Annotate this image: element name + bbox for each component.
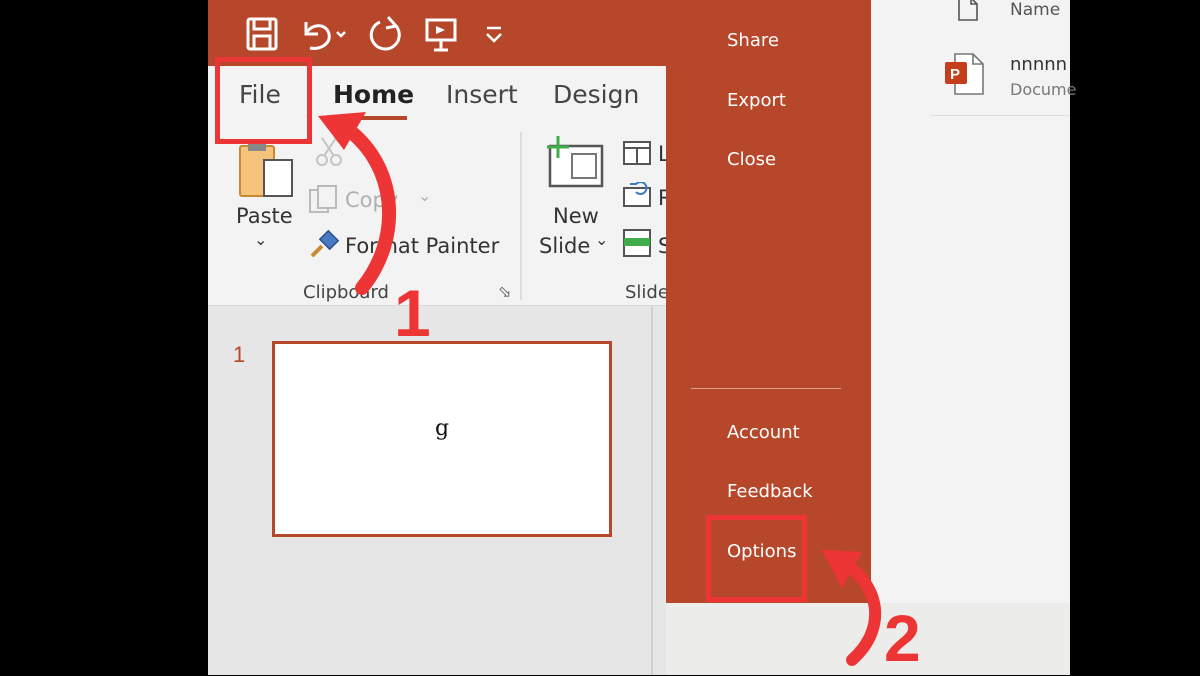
presentation-icon[interactable]: [421, 14, 461, 54]
copy-dropdown-icon: ⌄: [418, 186, 432, 205]
paste-dropdown-icon[interactable]: ⌄: [254, 230, 267, 249]
screenshot-stage: File Home Insert Design Paste ⌄ Copy ⌄ F…: [0, 0, 1200, 675]
powerpoint-file-icon[interactable]: P: [943, 52, 985, 96]
undo-icon[interactable]: [296, 14, 348, 54]
menu-item-share[interactable]: Share: [727, 30, 779, 51]
copy-label: Copy: [345, 188, 399, 212]
recent-file-type: Docume: [1010, 80, 1077, 99]
menu-item-account[interactable]: Account: [727, 422, 800, 443]
new-slide-icon[interactable]: [544, 136, 606, 188]
paste-icon[interactable]: [236, 142, 296, 200]
new-slide-label-2[interactable]: Slide: [539, 234, 590, 258]
layout-label[interactable]: L: [658, 142, 666, 166]
format-painter-label[interactable]: Format Painter: [345, 234, 499, 258]
slide-thumbnail-pane: 1 g: [208, 306, 666, 675]
dialog-launcher-icon[interactable]: ⬂: [498, 282, 511, 302]
backstage-menu: Share Export Close Account Feedback Opti…: [666, 0, 871, 603]
step-number-2: 2: [884, 601, 921, 675]
reset-label[interactable]: R: [658, 186, 666, 210]
highlight-box-file: [215, 57, 312, 144]
slide-thumbnail[interactable]: g: [272, 341, 612, 537]
menu-item-feedback[interactable]: Feedback: [727, 481, 813, 502]
layout-icon[interactable]: [622, 140, 652, 166]
highlight-box-options: [706, 515, 807, 602]
pane-divider[interactable]: [651, 306, 653, 675]
ribbon-home: Paste ⌄ Copy ⌄ Format Painter Clipboard …: [208, 124, 666, 306]
save-icon[interactable]: [242, 14, 282, 54]
section-icon[interactable]: [622, 228, 652, 258]
slide-thumbnail-text: g: [434, 416, 450, 441]
svg-text:P: P: [950, 66, 960, 83]
new-slide-dropdown-icon[interactable]: ⌄: [595, 230, 608, 249]
menu-item-export[interactable]: Export: [727, 90, 786, 111]
clipboard-group-label: Clipboard: [303, 282, 389, 303]
bottom-strip: [666, 603, 1070, 675]
active-tab-underline: [333, 116, 407, 120]
tab-home[interactable]: Home: [333, 80, 414, 109]
slide-number: 1: [233, 342, 246, 367]
recent-files-panel: Name P nnnnn Docume: [871, 0, 1076, 603]
format-painter-icon[interactable]: [308, 228, 340, 260]
cut-icon: [314, 136, 344, 168]
menu-item-close[interactable]: Close: [727, 149, 776, 170]
new-slide-label-1[interactable]: New: [553, 204, 599, 228]
tab-insert[interactable]: Insert: [446, 80, 518, 109]
paste-label[interactable]: Paste: [236, 204, 293, 228]
ribbon-separator: [520, 132, 522, 300]
slides-group-label: Slide: [625, 282, 666, 303]
file-icon: [957, 0, 979, 22]
recent-row-divider: [931, 115, 1070, 116]
reset-icon[interactable]: [622, 181, 652, 208]
customize-qat-icon[interactable]: [480, 14, 508, 54]
name-column-header[interactable]: Name: [1010, 0, 1060, 20]
menu-divider: [691, 388, 841, 389]
tab-design[interactable]: Design: [553, 80, 639, 109]
redo-icon[interactable]: [366, 14, 406, 54]
section-label[interactable]: S: [658, 234, 666, 258]
copy-icon: [308, 184, 340, 214]
step-number-1: 1: [394, 276, 431, 350]
recent-file-name[interactable]: nnnnn: [1010, 54, 1067, 75]
